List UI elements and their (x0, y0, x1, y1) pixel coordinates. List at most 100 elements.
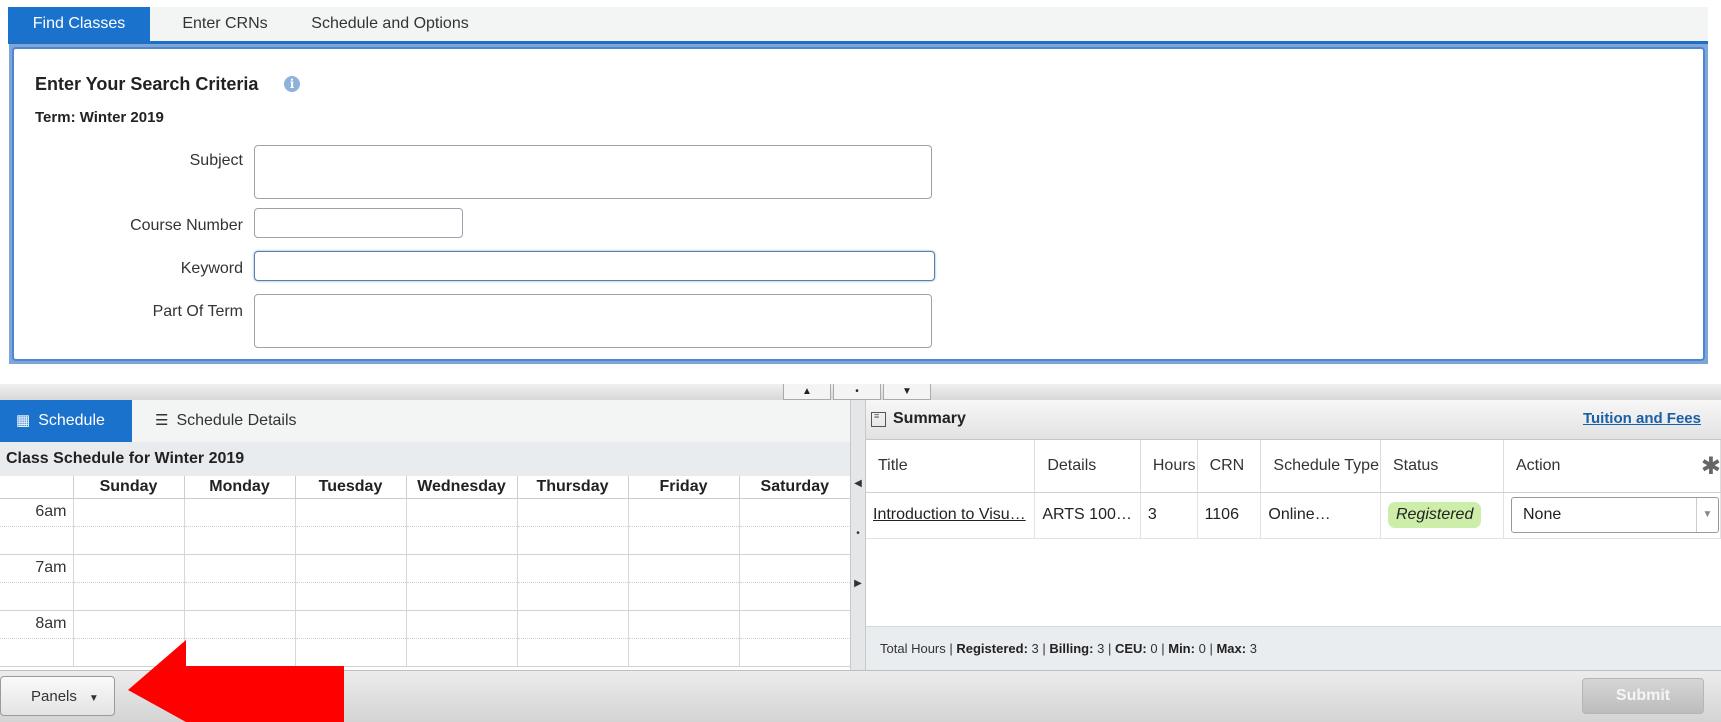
time-slot[interactable] (627, 498, 739, 527)
time-slot[interactable] (627, 610, 739, 639)
max-value: 3 (1249, 641, 1257, 656)
time-slot[interactable] (627, 554, 739, 583)
expand-down-icon[interactable]: ▼ (883, 384, 931, 400)
time-slot[interactable] (738, 582, 850, 611)
expand-right-icon[interactable]: ▶ (853, 578, 863, 589)
term-label: Term: Winter 2019 (35, 109, 164, 126)
time-slot[interactable] (72, 582, 184, 611)
time-slot[interactable] (183, 554, 295, 583)
search-title: Enter Your Search Criteria (35, 74, 259, 94)
time-slot[interactable] (405, 498, 517, 527)
time-slot[interactable] (627, 582, 739, 611)
summary-header: ≡ Summary Tuition and Fees (866, 400, 1721, 440)
time-slot[interactable] (405, 638, 517, 667)
time-slot[interactable] (405, 526, 517, 555)
status-badge: Registered (1387, 502, 1482, 528)
time-slot[interactable] (294, 610, 406, 639)
time-slot[interactable] (72, 554, 184, 583)
time-slot[interactable] (738, 498, 850, 527)
min-label: Min: (1168, 641, 1195, 656)
collapse-up-icon[interactable]: ▲ (783, 384, 831, 400)
time-slot[interactable] (294, 582, 406, 611)
time-slot[interactable] (183, 610, 295, 639)
keyword-input[interactable] (254, 251, 935, 281)
course-title-link[interactable]: Introduction to Visu… (866, 492, 1036, 539)
list-icon: ☰ (155, 412, 169, 429)
time-slot[interactable] (627, 638, 739, 667)
info-icon[interactable]: i (284, 76, 300, 92)
time-slot[interactable] (516, 526, 628, 555)
time-row: 7am (0, 554, 850, 583)
column-header-details[interactable]: Details (1034, 440, 1141, 493)
column-header-schedule-type[interactable]: Schedule Type (1260, 440, 1381, 493)
time-slot[interactable] (72, 498, 184, 527)
ceu-value: 0 (1150, 641, 1158, 656)
time-column-header (0, 476, 73, 499)
time-slot[interactable] (405, 610, 517, 639)
course-status-cell: Registered (1380, 492, 1504, 539)
time-slot[interactable] (738, 610, 850, 639)
time-slot[interactable] (405, 582, 517, 611)
part-of-term-input[interactable] (254, 294, 932, 348)
chevron-down-icon[interactable]: ▼ (1695, 498, 1718, 532)
panels-button[interactable]: Panels ▼ (0, 676, 115, 716)
time-slot[interactable] (405, 554, 517, 583)
column-header-title[interactable]: Title (866, 440, 1036, 493)
search-panel: Enter Your Search Criteria i Term: Winte… (9, 44, 1708, 364)
time-slot[interactable] (516, 582, 628, 611)
action-select[interactable]: None ▼ (1510, 497, 1719, 533)
tab-find-classes[interactable]: Find Classes (8, 7, 150, 41)
weekly-calendar: Sunday Monday Tuesday Wednesday Thursday… (0, 476, 850, 667)
red-arrow-icon (128, 640, 344, 722)
tab-schedule-details[interactable]: ☰ Schedule Details (155, 400, 355, 442)
min-value: 0 (1198, 641, 1206, 656)
collapse-left-icon[interactable]: ◀ (853, 478, 863, 489)
column-header-crn[interactable]: CRN (1197, 440, 1262, 493)
tab-enter-crns[interactable]: Enter CRNs (160, 7, 290, 41)
time-label: 7am (0, 554, 73, 583)
subject-input[interactable] (254, 145, 932, 199)
course-hours-cell: 3 (1140, 492, 1198, 539)
time-slot[interactable] (72, 610, 184, 639)
day-header: Wednesday (405, 476, 517, 499)
column-header-action[interactable]: Action ✱ (1503, 440, 1721, 493)
gear-icon[interactable]: ✱ (1701, 452, 1720, 481)
tab-schedule[interactable]: ▦ Schedule (0, 400, 132, 442)
table-row[interactable]: Introduction to Visu… ARTS 100… 3 1106 O… (866, 492, 1721, 539)
time-slot[interactable] (183, 526, 295, 555)
time-slot[interactable] (738, 526, 850, 555)
time-slot[interactable] (738, 638, 850, 667)
time-slot[interactable] (516, 638, 628, 667)
tab-schedule-and-options[interactable]: Schedule and Options (300, 7, 480, 41)
time-slot[interactable] (294, 526, 406, 555)
tab-schedule-label: Schedule (38, 412, 105, 429)
course-number-input[interactable] (254, 208, 463, 238)
summary-panel: ≡ Summary Tuition and Fees Title Details… (866, 400, 1721, 670)
time-slot[interactable] (516, 498, 628, 527)
submit-button[interactable]: Submit (1582, 678, 1704, 714)
billing-label: Billing: (1049, 641, 1094, 656)
top-tab-bar: Find Classes Enter CRNs Schedule and Opt… (8, 7, 1708, 44)
vertical-splitter[interactable]: ◀ • ▶ (850, 400, 866, 670)
time-slot[interactable] (72, 526, 184, 555)
time-slot[interactable] (516, 554, 628, 583)
time-slot[interactable] (294, 554, 406, 583)
tuition-and-fees-link[interactable]: Tuition and Fees (1583, 410, 1701, 427)
time-slot[interactable] (627, 526, 739, 555)
time-slot[interactable] (183, 582, 295, 611)
course-title-text[interactable]: Introduction to Visu… (873, 506, 1026, 523)
time-slot[interactable] (294, 498, 406, 527)
time-slot[interactable] (516, 610, 628, 639)
column-header-status[interactable]: Status (1380, 440, 1504, 493)
totals-prefix: Total Hours | (880, 641, 953, 656)
panel-splitter[interactable]: ▲ • ▼ (0, 384, 1721, 400)
time-slot[interactable] (738, 554, 850, 583)
schedule-tab-bar: ▦ Schedule ☰ Schedule Details (0, 400, 850, 442)
column-header-hours[interactable]: Hours (1140, 440, 1198, 493)
vsplit-center-icon[interactable]: • (853, 528, 863, 539)
time-slot[interactable] (183, 498, 295, 527)
part-of-term-label: Part Of Term (152, 303, 243, 320)
splitter-center-icon[interactable]: • (833, 384, 881, 400)
totals-separator: | (1107, 641, 1112, 656)
tab-schedule-details-label: Schedule Details (176, 412, 297, 429)
